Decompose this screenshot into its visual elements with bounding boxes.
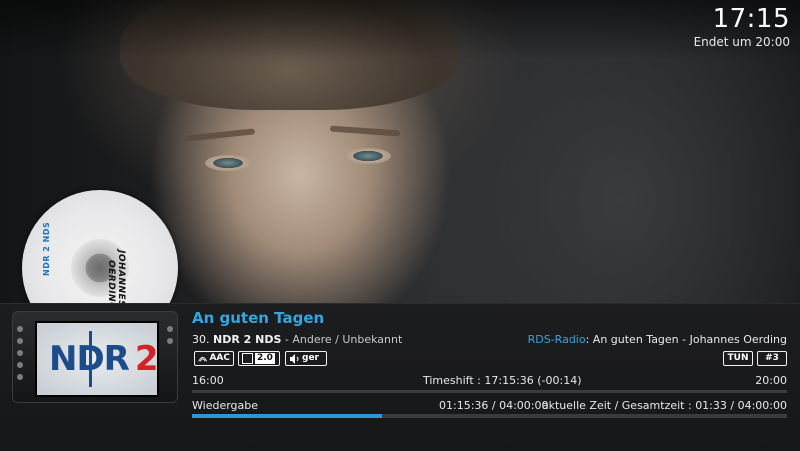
channel-name: NDR 2 NDS: [213, 333, 282, 346]
timeshift-progress-bar[interactable]: [192, 390, 787, 393]
thumb-knob: [17, 326, 23, 332]
channel-number-dot: .: [206, 333, 213, 346]
program-end-time: 20:00: [755, 374, 787, 387]
thumb-side-right: [165, 320, 175, 394]
logo-ndr: NDR: [49, 339, 130, 379]
rds-label: RDS-Radio: [527, 333, 586, 346]
thumb-knob: [17, 338, 23, 344]
playback-progress-fill: [192, 414, 383, 418]
fanart-brow-right: [329, 125, 401, 137]
audio-channels-flag: 2.0: [238, 351, 280, 366]
audio-channels-label: 2.0: [255, 353, 275, 364]
fanart-brow-left: [184, 128, 256, 142]
playback-summary: aktuelle Zeit / Gesamtzeit : 01:33 / 04:…: [541, 399, 787, 412]
rds-text: : An guten Tagen - Johannes Oerding: [585, 333, 787, 346]
speaker-icon: [290, 353, 299, 364]
disc-artist-line2: OERDING: [106, 260, 116, 310]
disc-artist-line1: JOHANNES: [116, 250, 126, 308]
logo-text: NDR 2: [49, 339, 158, 379]
rds-info: RDS-Radio: An guten Tagen - Johannes Oer…: [528, 333, 787, 346]
fanart-shade: [0, 0, 800, 60]
info-panel: NDR 2 An guten Tagen 30. NDR 2 NDS - Ande…: [0, 303, 800, 451]
fanart-eye-left: [205, 155, 251, 171]
thumb-side-left: [15, 320, 25, 394]
program-start-time: 16:00: [192, 374, 224, 387]
tuner-index-flag: #3: [757, 351, 787, 366]
playback-position: 01:15:36 / 04:00:00: [439, 399, 549, 412]
logo-number: 2: [134, 339, 158, 379]
fanart-eye-right: [345, 148, 391, 164]
clock-time: 17:15: [712, 4, 790, 34]
thumb-knob: [17, 350, 23, 356]
playback-progress-bar[interactable]: [192, 414, 787, 418]
tuner-flag: TUN: [723, 351, 753, 366]
channel-number: 30: [192, 333, 206, 346]
disc-station-label: NDR 2 NDS: [42, 221, 51, 276]
channel-thumbnail: NDR 2: [12, 311, 178, 403]
playback-label: Wiedergabe: [192, 399, 259, 412]
audio-codec-flag: AAC: [194, 351, 234, 366]
soundwave-icon: [198, 356, 208, 362]
thumb-knob: [167, 326, 173, 332]
thumb-knob: [17, 374, 23, 380]
audio-codec-label: AAC: [209, 353, 230, 363]
audio-language-flag: ger: [285, 351, 327, 366]
channel-logo: NDR 2: [35, 321, 159, 397]
audio-language-label: ger: [302, 353, 319, 363]
thumb-knob: [17, 362, 23, 368]
thumb-knob: [167, 338, 173, 344]
channel-genre: - Andere / Unbekannt: [284, 333, 403, 346]
timeshift-status: Timeshift : 17:15:36 (-00:14): [423, 374, 582, 387]
disc-artist-label: JOHANNES OERDING: [106, 250, 126, 310]
end-time-label: Endet um 20:00: [693, 35, 790, 49]
clock: 17:15 Endet um 20:00: [694, 3, 790, 49]
channel-info: 30. NDR 2 NDS - Andere / Unbekannt: [192, 333, 402, 346]
track-title: An guten Tagen: [192, 309, 325, 327]
speaker-box-icon: [242, 353, 253, 364]
